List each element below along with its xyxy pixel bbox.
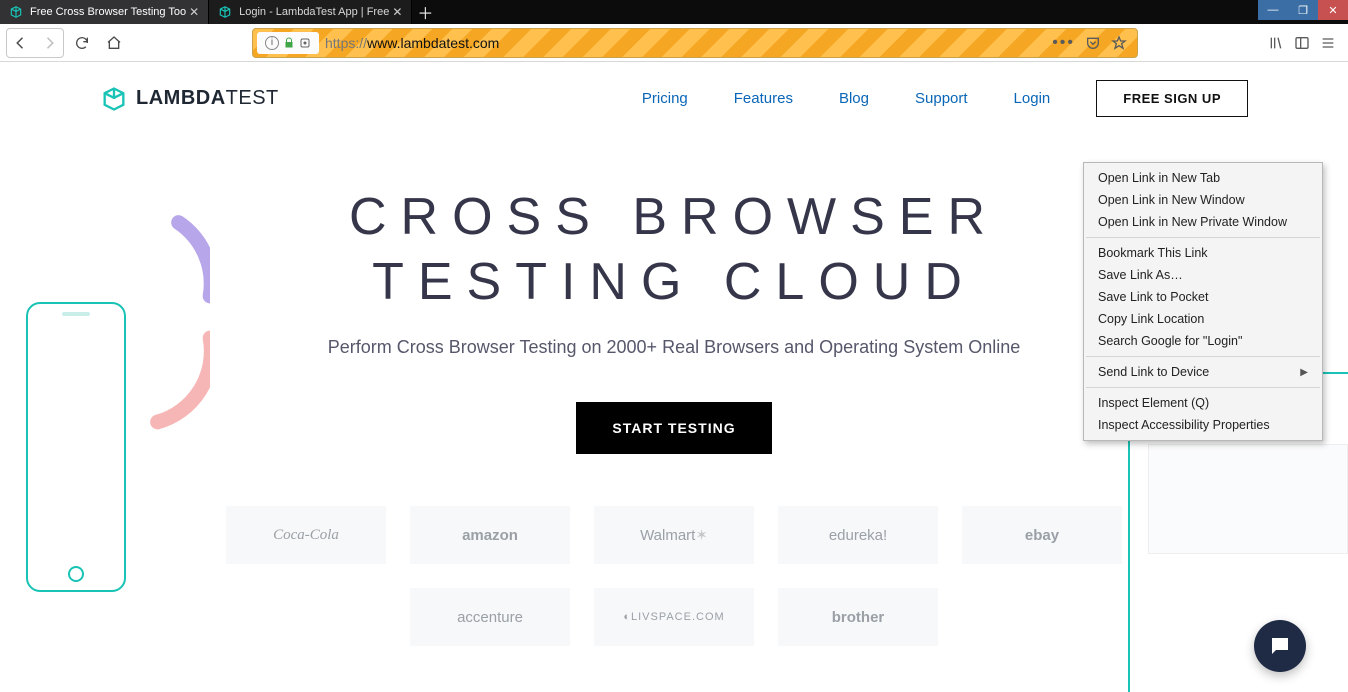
ctx-open-private-window[interactable]: Open Link in New Private Window bbox=[1084, 211, 1322, 233]
client-label: brother bbox=[832, 609, 885, 626]
nav-login[interactable]: Login bbox=[1014, 90, 1051, 107]
client-logo: brother bbox=[778, 588, 938, 646]
chat-fab[interactable] bbox=[1254, 620, 1306, 672]
page-content: LAMBDATEST Pricing Features Blog Support… bbox=[0, 62, 1348, 692]
submenu-arrow-icon: ▶ bbox=[1300, 367, 1308, 378]
reload-button[interactable] bbox=[68, 29, 96, 57]
ctx-label: Inspect Accessibility Properties bbox=[1098, 418, 1270, 432]
library-icon[interactable] bbox=[1268, 35, 1284, 51]
browser-toolbar: i https://www.lambdatest.com ••• bbox=[0, 24, 1348, 62]
context-menu: Open Link in New Tab Open Link in New Wi… bbox=[1083, 162, 1323, 441]
ctx-inspect-element[interactable]: Inspect Element (Q) bbox=[1084, 392, 1322, 414]
ctx-inspect-accessibility[interactable]: Inspect Accessibility Properties bbox=[1084, 414, 1322, 436]
client-label: edureka! bbox=[829, 527, 887, 544]
logo-icon bbox=[100, 85, 128, 113]
nav-pricing[interactable]: Pricing bbox=[642, 90, 688, 107]
ctx-open-new-window[interactable]: Open Link in New Window bbox=[1084, 189, 1322, 211]
clients-grid: Coca-Cola amazon Walmart ✶ edureka! ebay… bbox=[194, 506, 1154, 646]
site-nav: Pricing Features Blog Support Login FREE… bbox=[642, 80, 1248, 117]
url-protocol: https:// bbox=[325, 35, 367, 51]
url-host: www.lambdatest.com bbox=[367, 35, 499, 51]
ctx-label: Save Link As… bbox=[1098, 268, 1183, 282]
tab-title: Login - LambdaTest App | Free bbox=[239, 6, 389, 18]
ctx-separator bbox=[1086, 356, 1320, 357]
decorative-phone-icon bbox=[26, 302, 126, 592]
forward-button[interactable] bbox=[35, 29, 63, 57]
client-label: Coca-Cola bbox=[273, 527, 339, 544]
browser-tab-1[interactable]: Login - LambdaTest App | Free ✕ bbox=[209, 0, 412, 24]
window-minimize-button[interactable]: — bbox=[1258, 0, 1288, 20]
browser-tab-0[interactable]: Free Cross Browser Testing Too ✕ bbox=[0, 0, 209, 24]
site-identity[interactable]: i bbox=[257, 32, 319, 54]
ctx-save-link-as[interactable]: Save Link As… bbox=[1084, 264, 1322, 286]
signup-button[interactable]: FREE SIGN UP bbox=[1096, 80, 1248, 117]
page-actions-icon[interactable]: ••• bbox=[1052, 34, 1075, 52]
client-label: accenture bbox=[457, 609, 523, 626]
ctx-label: Open Link in New Private Window bbox=[1098, 215, 1287, 229]
hero-title-line1: CROSS BROWSER bbox=[349, 188, 999, 246]
client-logo: ◐ LIVSPACE.COM bbox=[594, 588, 754, 646]
logo-text-thin: TEST bbox=[226, 87, 279, 109]
ctx-separator bbox=[1086, 237, 1320, 238]
client-logo: Coca-Cola bbox=[226, 506, 386, 564]
lock-icon bbox=[283, 37, 295, 49]
client-logo: Walmart ✶ bbox=[594, 506, 754, 564]
ctx-separator bbox=[1086, 387, 1320, 388]
client-logo: amazon bbox=[410, 506, 570, 564]
ctx-label: Send Link to Device bbox=[1098, 365, 1209, 379]
ctx-label: Search Google for "Login" bbox=[1098, 334, 1242, 348]
start-testing-button[interactable]: START TESTING bbox=[576, 402, 771, 454]
ctx-send-link-to-device[interactable]: Send Link to Device ▶ bbox=[1084, 361, 1322, 383]
tab-favicon-lambdatest-icon bbox=[8, 4, 24, 20]
browser-tabstrip: Free Cross Browser Testing Too ✕ Login -… bbox=[0, 0, 1348, 24]
chat-icon bbox=[1268, 634, 1292, 658]
ctx-search-google[interactable]: Search Google for "Login" bbox=[1084, 330, 1322, 352]
ctx-bookmark-link[interactable]: Bookmark This Link bbox=[1084, 242, 1322, 264]
new-tab-button[interactable]: ＋ bbox=[412, 0, 438, 24]
logo-text: LAMBDATEST bbox=[136, 87, 279, 110]
back-button[interactable] bbox=[7, 29, 35, 57]
client-logo: accenture bbox=[410, 588, 570, 646]
ctx-label: Bookmark This Link bbox=[1098, 246, 1208, 260]
spark-icon: ✶ bbox=[695, 526, 708, 544]
client-logo: ebay bbox=[962, 506, 1122, 564]
nav-features[interactable]: Features bbox=[734, 90, 793, 107]
site-header: LAMBDATEST Pricing Features Blog Support… bbox=[0, 62, 1348, 117]
ctx-label: Open Link in New Tab bbox=[1098, 171, 1220, 185]
window-maximize-button[interactable]: ❐ bbox=[1288, 0, 1318, 20]
ctx-label: Open Link in New Window bbox=[1098, 193, 1245, 207]
url-text[interactable]: https://www.lambdatest.com bbox=[325, 35, 1046, 51]
pocket-icon[interactable] bbox=[1085, 35, 1101, 51]
client-label: ebay bbox=[1025, 527, 1059, 544]
client-label: LIVSPACE.COM bbox=[631, 611, 725, 623]
site-logo[interactable]: LAMBDATEST bbox=[100, 85, 279, 113]
ctx-copy-link-location[interactable]: Copy Link Location bbox=[1084, 308, 1322, 330]
ctx-label: Copy Link Location bbox=[1098, 312, 1204, 326]
home-button[interactable] bbox=[100, 29, 128, 57]
window-controls: — ❐ ✕ bbox=[1258, 0, 1348, 20]
client-logo: edureka! bbox=[778, 506, 938, 564]
bookmark-star-icon[interactable] bbox=[1111, 35, 1127, 51]
logo-text-bold: LAMBDA bbox=[136, 87, 226, 109]
tab-close-icon[interactable]: ✕ bbox=[389, 5, 405, 19]
window-close-button[interactable]: ✕ bbox=[1318, 0, 1348, 20]
tab-close-icon[interactable]: ✕ bbox=[186, 5, 202, 19]
ctx-label: Inspect Element (Q) bbox=[1098, 396, 1209, 410]
menu-icon[interactable] bbox=[1320, 35, 1336, 51]
nav-support[interactable]: Support bbox=[915, 90, 968, 107]
permission-icon bbox=[299, 37, 311, 49]
info-icon: i bbox=[265, 36, 279, 50]
url-bar[interactable]: i https://www.lambdatest.com ••• bbox=[252, 28, 1138, 58]
client-label: Walmart bbox=[640, 527, 695, 544]
nav-blog[interactable]: Blog bbox=[839, 90, 869, 107]
tab-title: Free Cross Browser Testing Too bbox=[30, 6, 186, 18]
tab-favicon-lambdatest-icon bbox=[217, 4, 233, 20]
ctx-open-new-tab[interactable]: Open Link in New Tab bbox=[1084, 167, 1322, 189]
hero-title-line2: TESTING CLOUD bbox=[372, 253, 976, 311]
client-label: amazon bbox=[462, 527, 518, 544]
sidebar-icon[interactable] bbox=[1294, 35, 1310, 51]
ctx-label: Save Link to Pocket bbox=[1098, 290, 1208, 304]
ctx-save-to-pocket[interactable]: Save Link to Pocket bbox=[1084, 286, 1322, 308]
